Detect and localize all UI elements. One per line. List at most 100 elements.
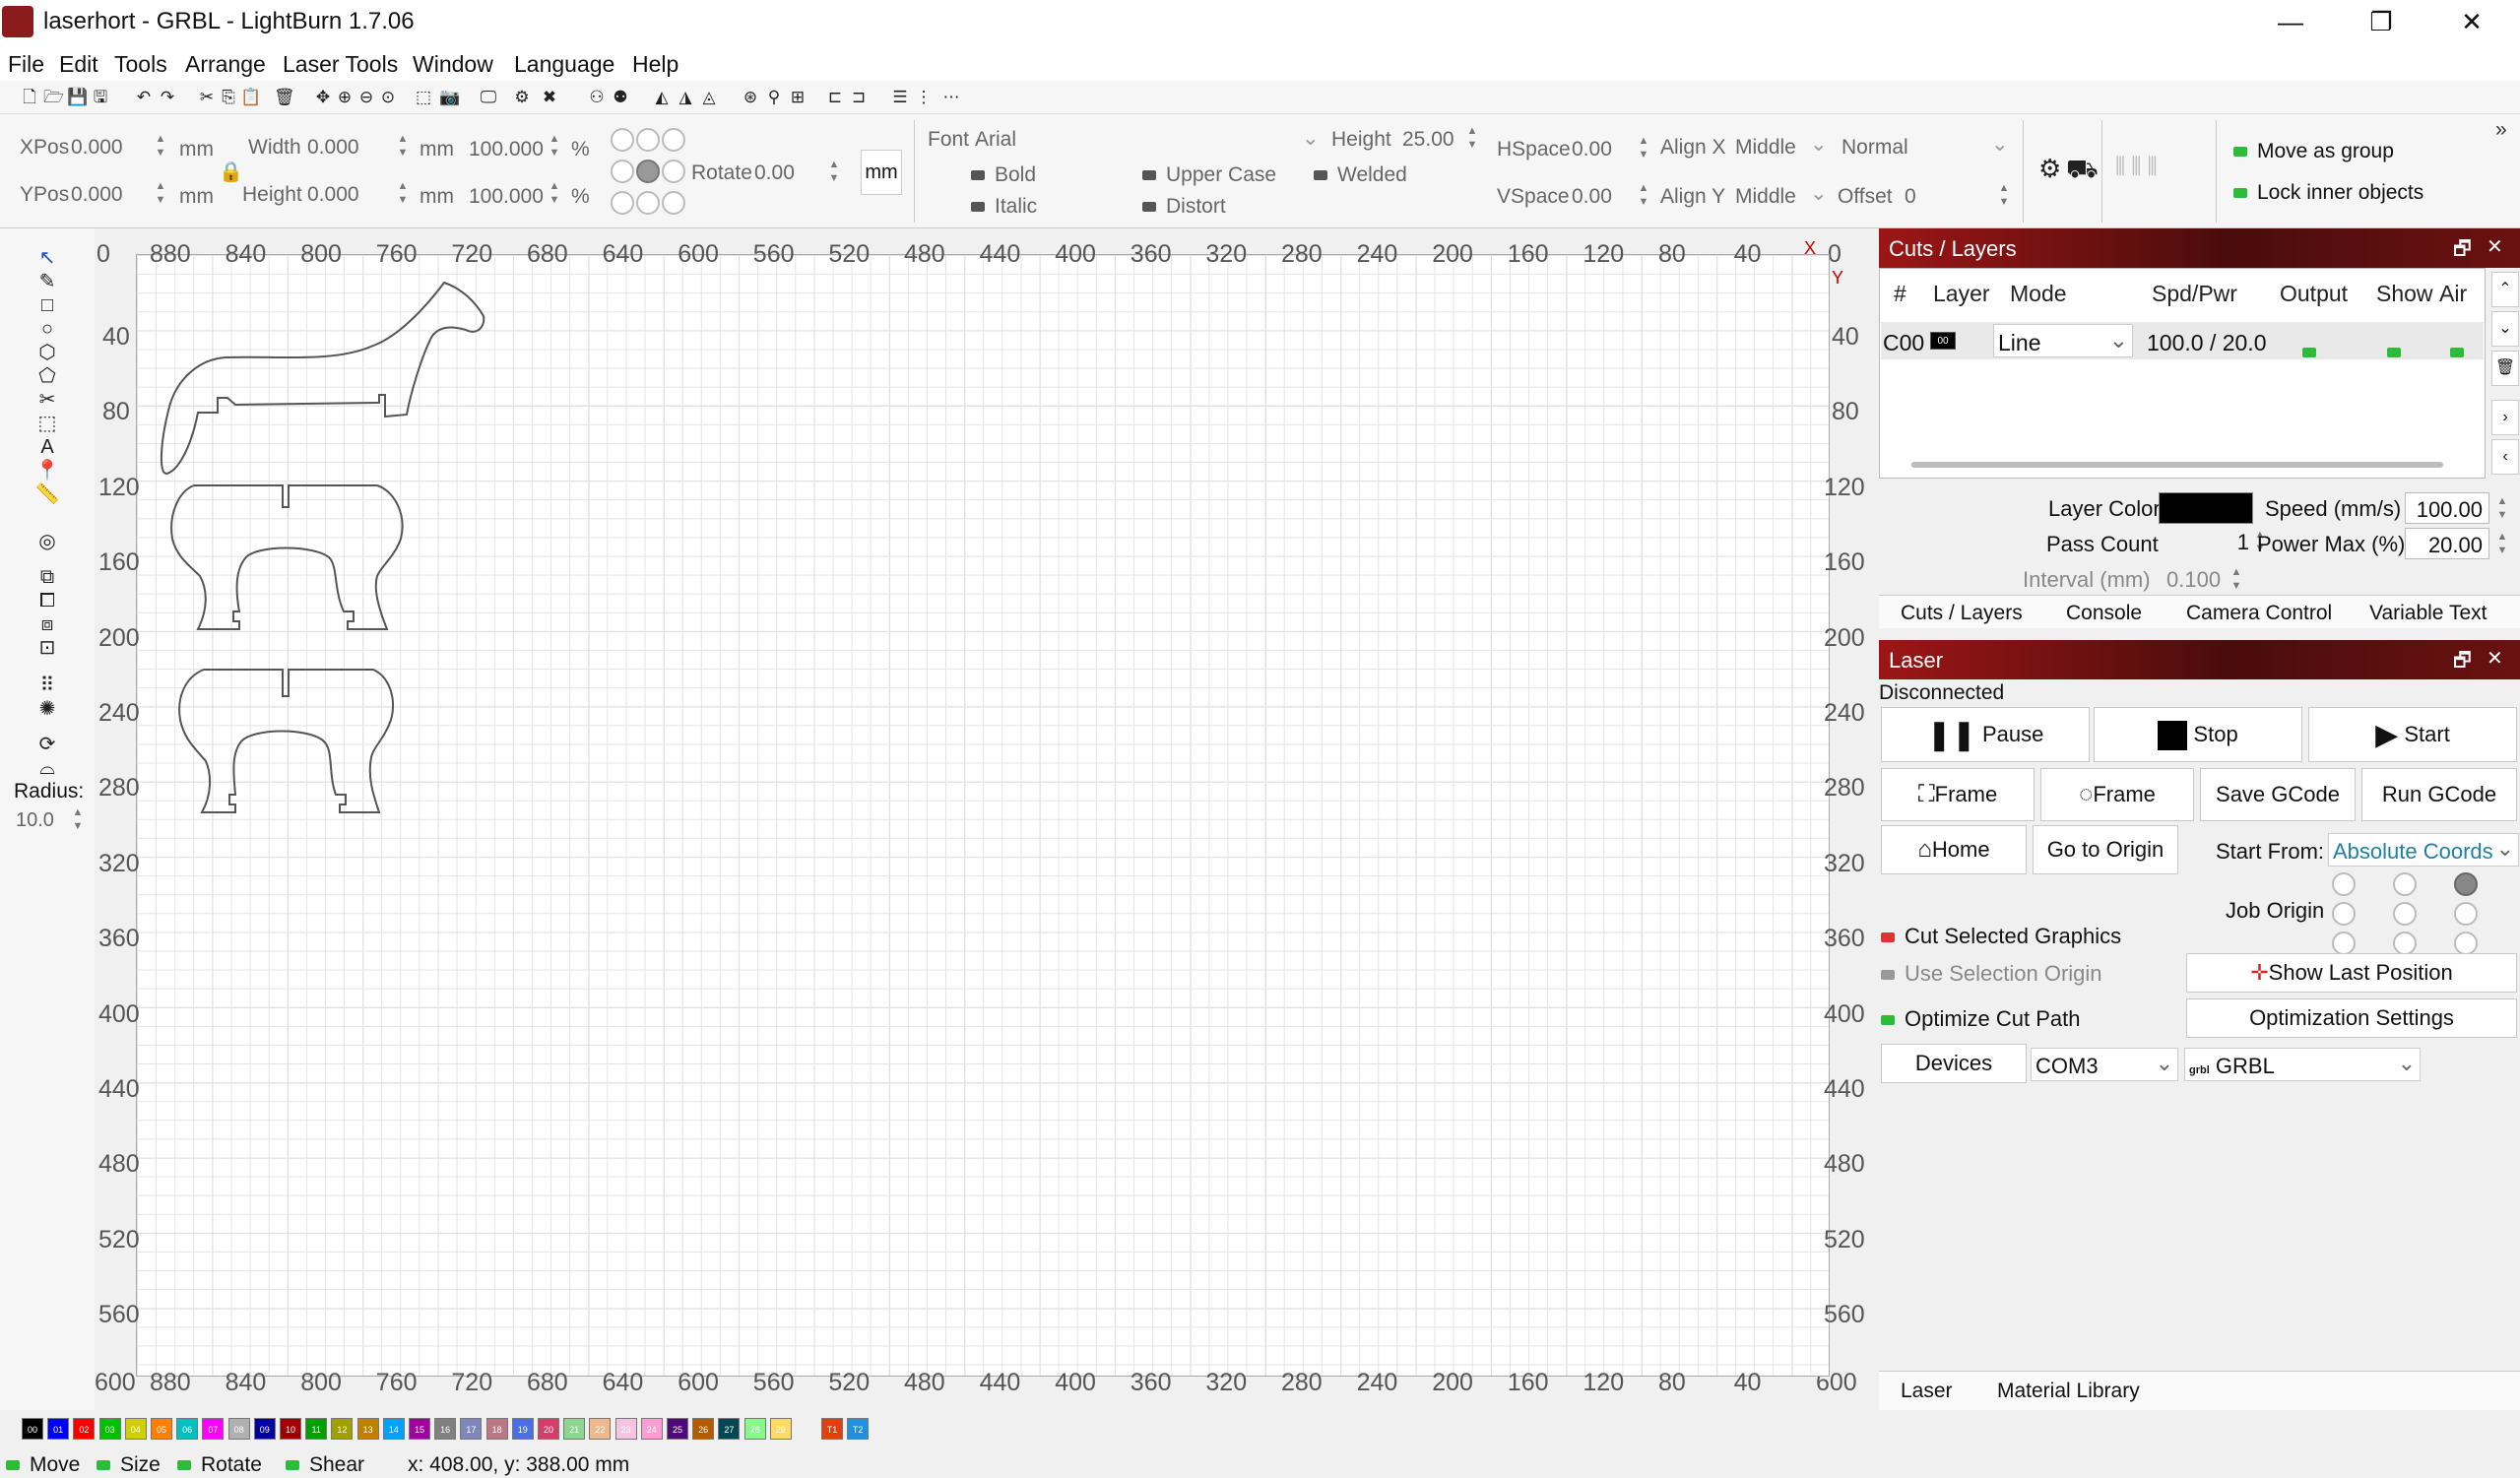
menu-help[interactable]: Help <box>632 51 678 78</box>
save-icon[interactable]: 💾 <box>67 88 88 107</box>
italic-toggle[interactable]: Italic <box>971 195 1037 219</box>
zoom-fit-icon[interactable]: ⊙ <box>378 88 398 107</box>
scale-width-field[interactable]: 100.000 <box>469 138 544 161</box>
start-from-select[interactable]: Absolute Coords ⌄ <box>2328 833 2519 867</box>
workspace[interactable]: 0 X 0 Y 600 600 880 880 840 840 800 800 760 760… <box>95 228 1881 1410</box>
text-style-chevron-down-icon[interactable]: ⌄ <box>1991 132 2009 157</box>
distribute-h-icon[interactable]: ☰ <box>890 88 910 107</box>
bold-toggle[interactable]: Bold <box>971 163 1036 187</box>
speed-spinner[interactable]: ▲ ▼ <box>2495 494 2509 524</box>
palette-swatch[interactable]: 09 <box>253 1418 276 1440</box>
stop-button[interactable]: Stop <box>2094 707 2302 762</box>
frame-circle-button[interactable]: ◌Frame <box>2040 768 2194 821</box>
menu-arrange[interactable]: Arrange <box>185 51 266 78</box>
align-icon[interactable]: ⚲ <box>764 88 784 107</box>
redo-icon[interactable]: ↷ <box>158 88 177 107</box>
camera-icon[interactable]: 📷 <box>439 88 460 107</box>
menu-edit[interactable]: Edit <box>59 51 98 78</box>
job-origin-left[interactable] <box>2332 902 2356 926</box>
job-origin-bottom[interactable] <box>2393 932 2417 955</box>
output-toggle[interactable] <box>2302 338 2326 364</box>
palette-swatch[interactable]: 12 <box>331 1418 354 1440</box>
job-origin-center[interactable] <box>2393 902 2417 926</box>
maximize-button[interactable]: ❐ <box>2352 4 2411 39</box>
save-gcode-button[interactable]: Save GCode <box>2200 768 2356 821</box>
minimize-button[interactable]: — <box>2261 4 2320 39</box>
move-together-icon[interactable]: ⋯ <box>941 88 961 107</box>
palette-swatch[interactable]: 19 <box>511 1418 534 1440</box>
cut-selected-toggle[interactable]: Cut Selected Graphics <box>1881 924 2121 949</box>
anchor-bottom-right[interactable] <box>662 191 685 215</box>
menu-language[interactable]: Language <box>514 51 614 78</box>
hspace-field[interactable]: 0.00 <box>1572 138 1612 161</box>
job-origin-top[interactable] <box>2393 872 2417 896</box>
power-field[interactable]: 20.00 <box>2405 528 2489 559</box>
anchor-right[interactable] <box>662 160 685 183</box>
overflow-chevron-icon[interactable]: » <box>2495 118 2507 142</box>
ypos-field[interactable]: 0.000 <box>71 183 123 207</box>
undo-icon[interactable]: ↶ <box>134 88 154 107</box>
anchor-top-right[interactable] <box>662 128 685 152</box>
ypos-spinner[interactable]: ▲ ▼ <box>154 179 167 209</box>
devices-button[interactable]: Devices <box>1881 1044 2027 1083</box>
horse-body-shape-1[interactable] <box>170 484 404 630</box>
laser-head-icon[interactable]: ⛟ <box>2066 154 2099 188</box>
palette-swatch[interactable]: 21 <box>563 1418 586 1440</box>
xpos-spinner[interactable]: ▲ ▼ <box>154 132 167 161</box>
pan-icon[interactable]: ✥ <box>313 88 333 107</box>
rotate-field[interactable]: 0.00 <box>754 161 795 185</box>
tab-camera-control[interactable]: Camera Control <box>2186 602 2332 625</box>
radius-field[interactable]: 10.0 <box>16 809 54 832</box>
palette-swatch[interactable]: 28 <box>743 1418 766 1440</box>
palette-swatch[interactable]: 05 <box>151 1418 172 1440</box>
run-gcode-button[interactable]: Run GCode <box>2361 768 2517 821</box>
offset-field[interactable]: 0 <box>1905 185 1916 209</box>
font-height-field[interactable]: 25.00 <box>1402 128 1454 152</box>
show-toggle[interactable] <box>2387 338 2411 364</box>
job-origin-top-left[interactable] <box>2332 872 2356 896</box>
menu-laser-tools[interactable]: Laser Tools <box>283 51 398 78</box>
port-select[interactable]: COM3 ⌄ <box>2031 1048 2178 1081</box>
job-origin-bottom-left[interactable] <box>2332 932 2356 955</box>
offset-spinner[interactable]: ▲ ▼ <box>1997 181 2011 211</box>
palette-swatch[interactable]: 08 <box>227 1418 250 1440</box>
palette-swatch[interactable]: 17 <box>460 1418 483 1440</box>
design-grid[interactable] <box>136 254 1830 1377</box>
mode-select[interactable]: Line ⌄ <box>1993 324 2133 357</box>
show-last-position-button[interactable]: ✛Show Last Position <box>2186 953 2517 993</box>
height-spinner[interactable]: ▲ ▼ <box>396 179 410 209</box>
hspace-spinner[interactable]: ▲ ▼ <box>1637 134 1650 163</box>
rotate-spinner[interactable]: ▲ ▼ <box>827 158 841 187</box>
power-spinner[interactable]: ▲ ▼ <box>2495 530 2509 559</box>
job-origin-right[interactable] <box>2454 902 2478 926</box>
horizontal-scrollbar[interactable] <box>1911 462 2443 468</box>
device-select[interactable]: grbl GRBL ⌄ <box>2184 1048 2421 1081</box>
shear-toggle[interactable]: Shear <box>286 1453 364 1477</box>
font-height-spinner[interactable]: ▲ ▼ <box>1465 124 1479 154</box>
distribute-icon[interactable]: ⊞ <box>788 88 808 107</box>
use-selection-origin-toggle[interactable]: Use Selection Origin <box>1881 961 2102 987</box>
go-to-origin-button[interactable]: Go to Origin <box>2033 825 2178 874</box>
align-y-select[interactable]: Middle <box>1735 185 1796 209</box>
palette-swatch[interactable]: 20 <box>538 1418 559 1440</box>
delete-icon[interactable]: 🗑 <box>274 88 295 107</box>
palette-swatch[interactable]: T1 <box>821 1418 843 1440</box>
zoom-in-icon[interactable]: ⊕ <box>335 88 355 107</box>
optimize-cut-path-toggle[interactable]: Optimize Cut Path <box>1881 1006 2081 1032</box>
menu-window[interactable]: Window <box>413 51 493 78</box>
xpos-field[interactable]: 0.000 <box>71 136 123 160</box>
circular-array-icon[interactable]: ✺ <box>33 695 61 723</box>
palette-swatch[interactable]: 02 <box>73 1418 96 1440</box>
palette-swatch[interactable]: 15 <box>409 1418 430 1440</box>
scale-height-spinner[interactable]: ▲ ▼ <box>548 179 561 209</box>
zoom-out-icon[interactable]: ⊖ <box>356 88 376 107</box>
pass-count-field[interactable]: 1 <box>2204 530 2249 555</box>
save-as-icon[interactable]: 🖫 <box>91 88 110 107</box>
align-y-chevron-down-icon[interactable]: ⌄ <box>1810 181 1828 206</box>
palette-swatch[interactable]: 26 <box>692 1418 715 1440</box>
palette-swatch[interactable]: 03 <box>98 1418 121 1440</box>
close-button[interactable]: ✕ <box>2442 4 2501 39</box>
font-select[interactable]: Arial <box>975 128 1016 152</box>
zoom-selection-icon[interactable]: ⬚ <box>414 88 433 107</box>
palette-swatch[interactable]: 25 <box>667 1418 688 1440</box>
